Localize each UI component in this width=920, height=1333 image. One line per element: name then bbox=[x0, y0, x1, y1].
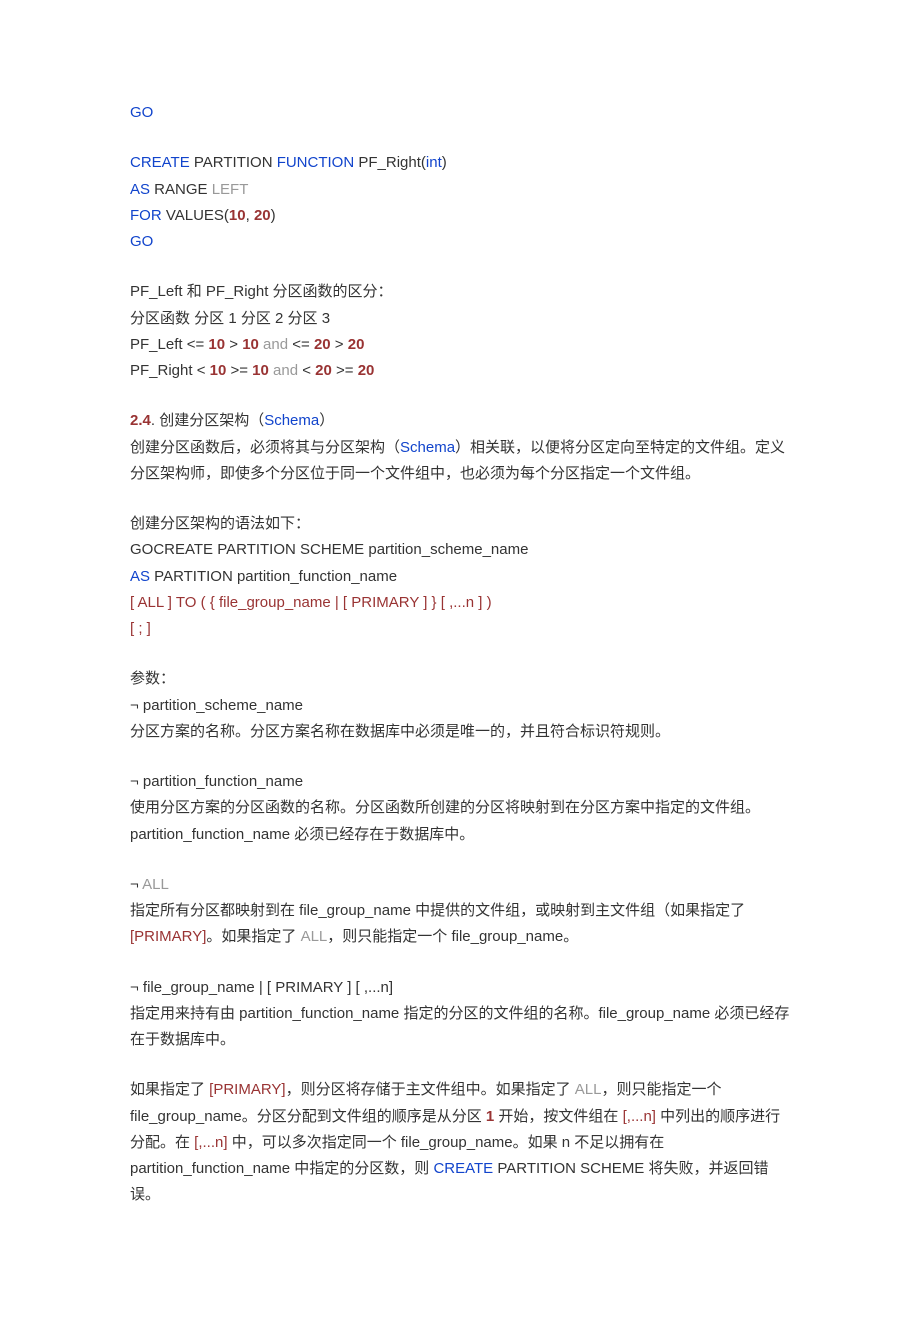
keyword-all: ALL bbox=[301, 928, 328, 945]
value-1: 1 bbox=[486, 1108, 494, 1125]
value-20: 20 bbox=[254, 207, 271, 224]
param-all: ¬ ALL 指定所有分区都映射到在 file_group_name 中提供的文件… bbox=[130, 872, 790, 951]
keyword-and: and bbox=[259, 336, 292, 353]
text: PARTITION bbox=[190, 154, 277, 171]
text: 指定所有分区都映射到在 file_group_name 中提供的文件组，或映射到… bbox=[130, 902, 745, 919]
text-line: PF_Left <= 10 > 10 and <= 20 > 20 bbox=[130, 332, 790, 358]
param-head: ¬ file_group_name | [ PRIMARY ] [ ,...n] bbox=[130, 975, 790, 1001]
param-head: ¬ ALL bbox=[130, 872, 790, 898]
section-2-4: 2.4. 创建分区架构（Schema） 创建分区函数后，必须将其与分区架构（Sc… bbox=[130, 408, 790, 487]
text: ¬ bbox=[130, 876, 142, 893]
keyword-go: GO bbox=[130, 233, 153, 250]
value-10: 10 bbox=[229, 207, 246, 224]
param-head: ¬ partition_function_name bbox=[130, 769, 790, 795]
text: PARTITION partition_function_name bbox=[150, 568, 397, 585]
section-heading: 2.4. 创建分区架构（Schema） bbox=[130, 408, 790, 434]
text: > bbox=[225, 336, 242, 353]
code-line: CREATE PARTITION FUNCTION PF_Right(int) bbox=[130, 150, 790, 176]
keyword-for: FOR bbox=[130, 207, 162, 224]
code-block-create-function: CREATE PARTITION FUNCTION PF_Right(int) … bbox=[130, 150, 790, 255]
text-line: 创建分区架构的语法如下： bbox=[130, 511, 790, 537]
keyword-go: GO bbox=[130, 104, 153, 121]
text: ) bbox=[442, 154, 447, 171]
keyword-all: ALL bbox=[575, 1081, 602, 1098]
param-primary-note: 如果指定了 [PRIMARY]，则分区将存储于主文件组中。如果指定了 ALL，则… bbox=[130, 1077, 790, 1208]
text: ，则只能指定一个 file_group_name。 bbox=[327, 928, 578, 945]
text-line: 分区函数 分区 1 分区 2 分区 3 bbox=[130, 306, 790, 332]
text: RANGE bbox=[150, 181, 212, 198]
text: < bbox=[302, 362, 315, 379]
text: >= bbox=[226, 362, 252, 379]
text: ) bbox=[271, 207, 276, 224]
keyword-function: FUNCTION bbox=[277, 154, 355, 171]
params-title: 参数： bbox=[130, 666, 790, 692]
value-10: 10 bbox=[252, 362, 269, 379]
text-line: PF_Left 和 PF_Right 分区函数的区分： bbox=[130, 279, 790, 305]
text: ，则分区将存储于主文件组中。如果指定了 bbox=[286, 1081, 575, 1098]
code-line: [ ; ] bbox=[130, 616, 790, 642]
param-body: 指定所有分区都映射到在 file_group_name 中提供的文件组，或映射到… bbox=[130, 898, 790, 951]
text: > bbox=[331, 336, 348, 353]
text-line: PF_Right < 10 >= 10 and < 20 >= 20 bbox=[130, 358, 790, 384]
section-body: 创建分区函数后，必须将其与分区架构（Schema）相关联，以便将分区定向至特定的… bbox=[130, 435, 790, 488]
n-literal: [,...n] bbox=[623, 1108, 656, 1125]
text: . 创建分区架构（ bbox=[151, 412, 264, 429]
keyword-and: and bbox=[269, 362, 302, 379]
syntax-block: 创建分区架构的语法如下： GOCREATE PARTITION SCHEME p… bbox=[130, 511, 790, 642]
text: PF_Right( bbox=[354, 154, 426, 171]
keyword-as: AS bbox=[130, 568, 150, 585]
text: PF_Right < bbox=[130, 362, 210, 379]
code-line: AS RANGE LEFT bbox=[130, 177, 790, 203]
text: 创建分区函数后，必须将其与分区架构（ bbox=[130, 439, 400, 456]
code-line: GO bbox=[130, 229, 790, 255]
type-int: int bbox=[426, 154, 442, 171]
text: 。如果指定了 bbox=[206, 928, 300, 945]
code-line: GOCREATE PARTITION SCHEME partition_sche… bbox=[130, 537, 790, 563]
value-20: 20 bbox=[358, 362, 375, 379]
text: , bbox=[246, 207, 254, 224]
param-body: 指定用来持有由 partition_function_name 指定的分区的文件… bbox=[130, 1001, 790, 1054]
code-line: [ ALL ] TO ( { file_group_name | [ PRIMA… bbox=[130, 590, 790, 616]
code-line: AS PARTITION partition_function_name bbox=[130, 564, 790, 590]
text: PF_Left <= bbox=[130, 336, 208, 353]
param-file-group: ¬ file_group_name | [ PRIMARY ] [ ,...n]… bbox=[130, 975, 790, 1054]
keyword-left: LEFT bbox=[212, 181, 249, 198]
value-10: 10 bbox=[210, 362, 227, 379]
schema-word: Schema bbox=[400, 439, 455, 456]
text: 如果指定了 bbox=[130, 1081, 209, 1098]
keyword-create: CREATE bbox=[433, 1160, 493, 1177]
difference-block: PF_Left 和 PF_Right 分区函数的区分： 分区函数 分区 1 分区… bbox=[130, 279, 790, 384]
text: VALUES( bbox=[162, 207, 229, 224]
param-body: 使用分区方案的分区函数的名称。分区函数所创建的分区将映射到在分区方案中指定的文件… bbox=[130, 795, 790, 848]
param-function-name: ¬ partition_function_name 使用分区方案的分区函数的名称… bbox=[130, 769, 790, 848]
code-block-go: GO bbox=[130, 100, 790, 126]
keyword-all: ALL bbox=[142, 876, 169, 893]
text: ） bbox=[319, 412, 334, 429]
primary-literal: [PRIMARY] bbox=[130, 928, 206, 945]
n-literal: [,...n] bbox=[194, 1134, 227, 1151]
value-20: 20 bbox=[348, 336, 365, 353]
param-head: ¬ partition_scheme_name bbox=[130, 693, 790, 719]
primary-literal: [PRIMARY] bbox=[209, 1081, 285, 1098]
keyword-as: AS bbox=[130, 181, 150, 198]
text: >= bbox=[332, 362, 358, 379]
param-scheme-name: 参数： ¬ partition_scheme_name 分区方案的名称。分区方案… bbox=[130, 666, 790, 745]
text: <= bbox=[292, 336, 314, 353]
value-10: 10 bbox=[242, 336, 259, 353]
value-20: 20 bbox=[314, 336, 331, 353]
document-page: GO CREATE PARTITION FUNCTION PF_Right(in… bbox=[0, 0, 920, 1333]
value-20: 20 bbox=[315, 362, 332, 379]
text: 开始，按文件组在 bbox=[494, 1108, 622, 1125]
schema-word: Schema bbox=[264, 412, 319, 429]
value-10: 10 bbox=[208, 336, 225, 353]
keyword-create: CREATE bbox=[130, 154, 190, 171]
param-body: 分区方案的名称。分区方案名称在数据库中必须是唯一的，并且符合标识符规则。 bbox=[130, 719, 790, 745]
section-number: 2.4 bbox=[130, 412, 151, 429]
code-line: FOR VALUES(10, 20) bbox=[130, 203, 790, 229]
